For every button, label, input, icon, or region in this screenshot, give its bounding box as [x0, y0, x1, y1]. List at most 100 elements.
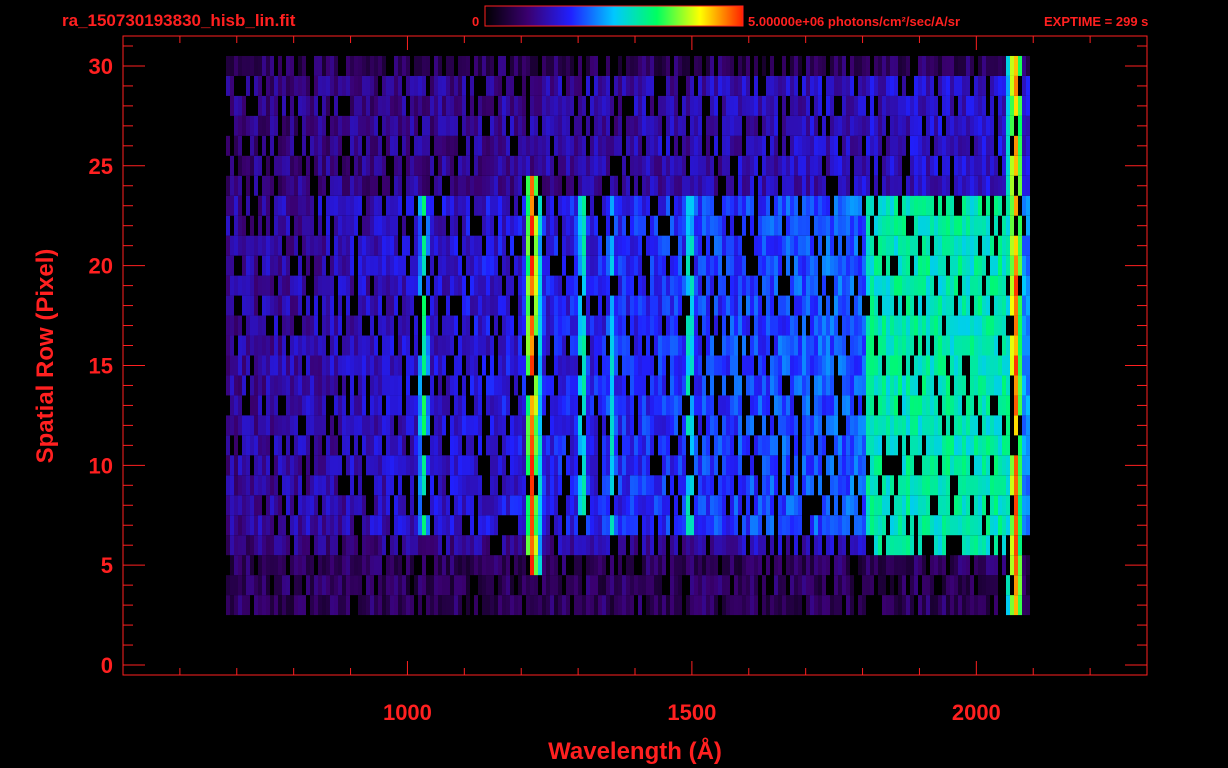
heatmap-cell: [966, 395, 970, 416]
heatmap-cell: [502, 155, 506, 176]
heatmap-cell: [954, 235, 958, 256]
heatmap-cell: [674, 95, 678, 116]
heatmap-cell: [714, 75, 718, 96]
heatmap-cell: [438, 575, 442, 596]
heatmap-cell: [670, 395, 674, 416]
heatmap-cell: [478, 175, 482, 196]
heatmap-cell: [266, 255, 270, 276]
heatmap-cell: [626, 175, 630, 196]
heatmap-cell: [242, 155, 246, 176]
heatmap-cell: [510, 235, 514, 256]
heatmap-cell: [798, 55, 802, 76]
heatmap-cell: [242, 215, 246, 236]
heatmap-cell: [378, 195, 382, 216]
heatmap-cell: [418, 235, 422, 256]
heatmap-cell: [782, 495, 786, 516]
heatmap-cell: [974, 235, 978, 256]
heatmap-cell: [798, 375, 802, 396]
heatmap-cell: [450, 455, 454, 476]
heatmap-cell: [594, 55, 598, 76]
heatmap-cell: [402, 335, 406, 356]
heatmap-cell: [874, 415, 878, 436]
heatmap-cell: [578, 115, 582, 136]
heatmap-cell: [730, 395, 734, 416]
heatmap-cell: [270, 295, 274, 316]
heatmap-cell: [594, 355, 598, 376]
heatmap-cell: [474, 255, 478, 276]
heatmap-cell: [510, 535, 514, 556]
heatmap-cell: [726, 435, 730, 456]
heatmap-cell: [334, 115, 338, 136]
heatmap-cell: [602, 255, 606, 276]
heatmap-cell: [778, 575, 782, 596]
heatmap-cell: [922, 255, 926, 276]
heatmap-cell: [914, 555, 918, 576]
heatmap-cell: [770, 315, 774, 336]
heatmap-cell: [674, 395, 678, 416]
heatmap-cell: [826, 295, 830, 316]
heatmap-cell: [418, 135, 422, 156]
heatmap-cell: [274, 495, 278, 516]
heatmap-cell: [270, 115, 274, 136]
heatmap-cell: [958, 335, 962, 356]
heatmap-cell: [674, 415, 678, 436]
heatmap-cell: [1018, 475, 1022, 496]
heatmap-cell: [994, 455, 998, 476]
heatmap-cell: [762, 315, 766, 336]
heatmap-cell: [1006, 295, 1010, 316]
heatmap-cell: [1018, 295, 1022, 316]
heatmap-cell: [690, 175, 694, 196]
heatmap-cell: [910, 435, 914, 456]
heatmap-cell: [362, 215, 366, 236]
heatmap-cell: [490, 115, 494, 136]
heatmap-cell: [534, 155, 538, 176]
heatmap-cell: [346, 455, 350, 476]
heatmap-cell: [586, 175, 590, 196]
heatmap-cell: [294, 75, 298, 96]
heatmap-cell: [802, 255, 806, 276]
heatmap-cell: [766, 455, 770, 476]
heatmap-cell: [890, 435, 894, 456]
heatmap-cell: [242, 375, 246, 396]
heatmap-cell: [810, 315, 814, 336]
heatmap-cell: [978, 395, 982, 416]
heatmap-cell: [770, 295, 774, 316]
heatmap-cell: [918, 275, 922, 296]
heatmap-cell: [1010, 75, 1014, 96]
heatmap-cell: [230, 235, 234, 256]
heatmap-cell: [262, 195, 266, 216]
heatmap-cell: [874, 215, 878, 236]
heatmap-cell: [394, 595, 398, 616]
heatmap-cell: [722, 575, 726, 596]
heatmap-cell: [886, 75, 890, 96]
heatmap-cell: [862, 515, 866, 536]
heatmap-cell: [722, 395, 726, 416]
heatmap-cell: [862, 535, 866, 556]
heatmap-cell: [442, 195, 446, 216]
heatmap-cell: [522, 195, 526, 216]
heatmap-cell: [338, 215, 342, 236]
heatmap-cell: [818, 555, 822, 576]
heatmap-cell: [846, 195, 850, 216]
heatmap-cell: [670, 475, 674, 496]
heatmap-cell: [598, 575, 602, 596]
heatmap-cell: [550, 495, 554, 516]
heatmap-cell: [302, 215, 306, 236]
heatmap-cell: [682, 535, 686, 556]
heatmap-cell: [662, 435, 666, 456]
heatmap-cell: [814, 575, 818, 596]
heatmap-cell: [906, 255, 910, 276]
heatmap-cell: [630, 395, 634, 416]
heatmap-cell: [250, 515, 254, 536]
heatmap-cell: [386, 415, 390, 436]
heatmap-cell: [266, 555, 270, 576]
heatmap-cell: [454, 115, 458, 136]
heatmap-cell: [874, 435, 878, 456]
heatmap-cell: [906, 115, 910, 136]
heatmap-cell: [1006, 135, 1010, 156]
heatmap-cell: [610, 255, 614, 276]
heatmap-cell: [958, 555, 962, 576]
heatmap-cell: [346, 595, 350, 616]
heatmap-cell: [834, 255, 838, 276]
heatmap-cell: [366, 455, 370, 476]
